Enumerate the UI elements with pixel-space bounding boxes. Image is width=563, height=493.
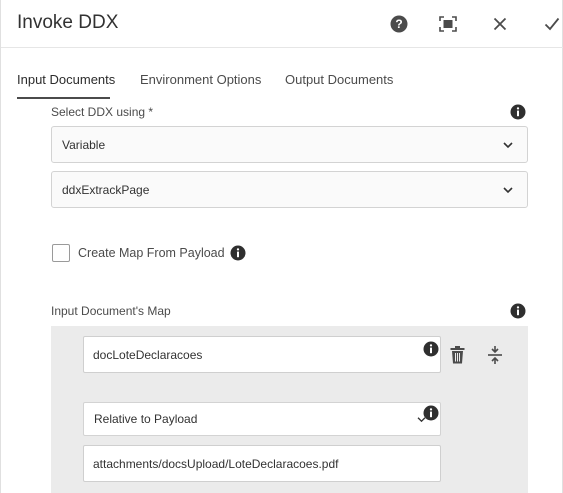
map-entry-source-value: Relative to Payload [94, 412, 198, 426]
fullscreen-icon [439, 16, 457, 32]
chevron-down-icon [503, 141, 513, 148]
close-icon [493, 17, 507, 31]
drag-handle-icon[interactable] [488, 345, 502, 365]
info-icon[interactable] [510, 104, 526, 120]
tab-environment-options[interactable]: Environment Options [140, 72, 261, 87]
map-entry-name-input[interactable]: docLoteDeclaracoes [83, 336, 441, 373]
svg-text:?: ? [395, 17, 402, 31]
dialog-title: Invoke DDX [17, 12, 119, 33]
input-document-map-panel: docLoteDeclaracoes Relative to Payload a… [51, 326, 528, 493]
map-entry-name-value: docLoteDeclaracoes [93, 347, 203, 362]
chevron-down-icon [503, 186, 513, 193]
active-tab-indicator [17, 97, 110, 99]
select-ddx-dropdown[interactable]: Variable [51, 126, 528, 163]
ddx-variable-dropdown[interactable]: ddxExtrackPage [51, 171, 528, 208]
select-ddx-value: Variable [62, 137, 106, 152]
checkmark-icon [544, 17, 560, 31]
info-icon[interactable] [423, 405, 439, 421]
invoke-ddx-dialog: Invoke DDX ? Input Documents Environment… [0, 0, 563, 493]
create-map-label: Create Map From Payload [78, 246, 225, 260]
help-button[interactable]: ? [388, 13, 410, 35]
help-icon: ? [390, 15, 408, 33]
ddx-variable-value: ddxExtrackPage [62, 182, 150, 197]
fullscreen-button[interactable] [437, 13, 459, 35]
select-ddx-label: Select DDX using * [51, 105, 154, 119]
tab-output-documents[interactable]: Output Documents [285, 72, 393, 87]
create-map-checkbox[interactable] [52, 244, 70, 262]
map-entry-path-value: attachments/docsUpload/LoteDeclaracoes.p… [93, 456, 339, 471]
info-icon[interactable] [510, 303, 526, 319]
info-icon[interactable] [230, 245, 246, 261]
trash-icon[interactable] [450, 346, 465, 364]
map-entry-source-dropdown[interactable]: Relative to Payload [83, 402, 441, 436]
done-button[interactable] [541, 13, 563, 35]
info-icon[interactable] [423, 341, 439, 357]
map-entry-path-input[interactable]: attachments/docsUpload/LoteDeclaracoes.p… [83, 445, 441, 482]
dialog-header: Invoke DDX ? [1, 0, 563, 48]
tab-bar: Input Documents Environment Options Outp… [1, 64, 563, 100]
close-button[interactable] [489, 13, 511, 35]
tab-input-documents[interactable]: Input Documents [17, 72, 115, 87]
input-map-label: Input Document's Map [51, 304, 171, 318]
